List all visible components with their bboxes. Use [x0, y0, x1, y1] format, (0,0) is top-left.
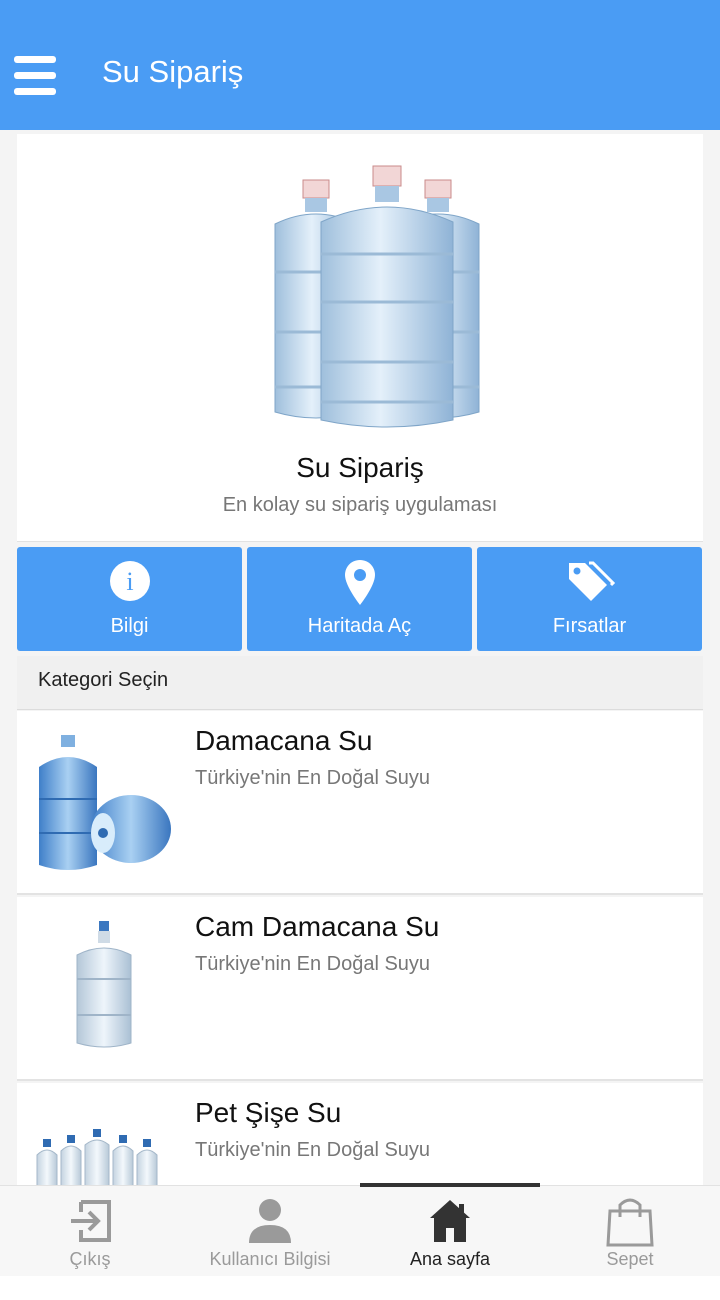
nav-logout-label: Çıkış: [69, 1249, 111, 1269]
category-item-cam-damacana[interactable]: Cam Damacana Su Türkiye'nin En Doğal Suy…: [17, 897, 703, 1081]
app-bar: Su Sipariş: [0, 0, 720, 130]
water-bottles-image: [274, 165, 480, 428]
bottom-navigation: Çıkış Kullanıcı Bilgisi Ana sayfa Sepet: [0, 1183, 720, 1277]
hero-subtitle: En kolay su sipariş uygulaması: [222, 494, 498, 516]
category-description: Türkiye'nin En Doğal Suyu: [195, 1139, 431, 1161]
pet-bottles-image: [36, 1129, 158, 1185]
category-item-damacana[interactable]: Damacana Su Türkiye'nin En Doğal Suyu: [17, 711, 703, 895]
nav-home[interactable]: Ana sayfa: [360, 1186, 540, 1277]
category-description: Türkiye'nin En Doğal Suyu: [195, 767, 431, 789]
hamburger-menu-icon[interactable]: [14, 56, 56, 96]
open-map-button-label: Haritada Aç: [307, 615, 412, 637]
glass-damacana-image: [76, 921, 132, 1048]
open-map-button[interactable]: Haritada Aç: [247, 547, 472, 651]
nav-home-label: Ana sayfa: [409, 1249, 491, 1269]
tags-icon: [568, 561, 615, 601]
info-button-label: Bilgi: [110, 615, 149, 637]
user-icon: [249, 1199, 291, 1243]
nav-user-info[interactable]: Kullanıcı Bilgisi: [180, 1186, 360, 1277]
logout-icon: [71, 1200, 111, 1242]
deals-button-label: Fırsatlar: [552, 615, 627, 637]
hero-card: Su Sipariş En kolay su sipariş uygulamas…: [17, 134, 703, 542]
deals-button[interactable]: Fırsatlar: [477, 547, 702, 651]
category-header-label: Kategori Seçin: [38, 669, 169, 691]
info-icon: i: [109, 561, 150, 601]
nav-cart[interactable]: Sepet: [540, 1186, 720, 1277]
category-name: Pet Şişe Su: [195, 1097, 342, 1128]
info-button[interactable]: i Bilgi: [17, 547, 242, 651]
shopping-bag-icon: [606, 1198, 654, 1247]
category-description: Türkiye'nin En Doğal Suyu: [195, 953, 431, 975]
action-buttons: i Bilgi Haritada Aç Fırsatlar: [17, 545, 703, 651]
svg-text:i: i: [126, 567, 133, 596]
category-item-pet-sise[interactable]: Pet Şişe Su Türkiye'nin En Doğal Suyu: [17, 1083, 703, 1185]
main-content[interactable]: Su Sipariş En kolay su sipariş uygulamas…: [0, 130, 720, 1185]
damacana-image: [39, 735, 171, 870]
home-icon: [430, 1200, 470, 1242]
category-name: Damacana Su: [195, 725, 373, 756]
hero-title: Su Sipariş: [296, 452, 424, 483]
nav-cart-label: Sepet: [606, 1249, 654, 1269]
category-header: Kategori Seçin: [17, 656, 703, 710]
nav-user-info-label: Kullanıcı Bilgisi: [209, 1249, 331, 1269]
category-name: Cam Damacana Su: [195, 911, 440, 942]
app-title: Su Sipariş: [102, 54, 244, 89]
nav-logout[interactable]: Çıkış: [0, 1186, 180, 1277]
map-pin-icon: [344, 560, 375, 605]
